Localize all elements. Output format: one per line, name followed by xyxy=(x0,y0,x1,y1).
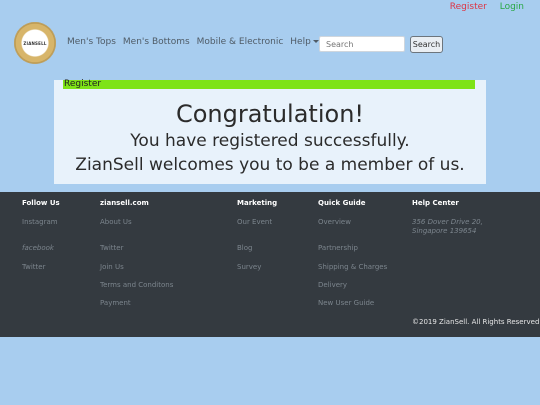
footer-link-overview[interactable]: Overview xyxy=(318,218,351,226)
welcome-message: ZianSell welcomes you to be a member of … xyxy=(75,155,465,175)
footer-link-blog[interactable]: Blog xyxy=(237,244,252,252)
footer: Follow Us Instagram facebook Twitter zia… xyxy=(0,192,540,337)
ziansell-logo[interactable]: ZIANSELL xyxy=(14,22,56,64)
footer-link-new-user-guide[interactable]: New User Guide xyxy=(318,299,374,307)
nav-help-dropdown[interactable]: Help xyxy=(290,37,319,47)
footer-link-delivery[interactable]: Delivery xyxy=(318,281,347,289)
footer-link-site-twitter[interactable]: Twitter xyxy=(100,244,123,252)
footer-heading-help: Help Center xyxy=(412,199,459,207)
footer-link-partnership[interactable]: Partnership xyxy=(318,244,358,252)
footer-link-event[interactable]: Our Event xyxy=(237,218,272,226)
top-links: Register Login xyxy=(440,2,524,12)
footer-link-instagram[interactable]: Instagram xyxy=(22,218,58,226)
nav-mens-tops[interactable]: Men's Tops xyxy=(67,37,116,47)
footer-link-payment[interactable]: Payment xyxy=(100,299,131,307)
confirmation-card: Register Congratulation! You have regist… xyxy=(54,80,486,184)
footer-link-about[interactable]: About Us xyxy=(100,218,132,226)
card-header: Register xyxy=(63,80,475,89)
copyright: ©2019 ZianSell. All Rights Reserved xyxy=(412,318,540,326)
footer-link-terms[interactable]: Terms and Conditons xyxy=(100,281,173,289)
search-button[interactable]: Search xyxy=(410,36,443,53)
register-link[interactable]: Register xyxy=(450,2,487,12)
address-line-1: 356 Dover Drive 20, xyxy=(412,218,483,226)
nav-help-label: Help xyxy=(290,37,311,47)
congratulation-title: Congratulation! xyxy=(175,100,365,128)
success-message: You have registered successfully. xyxy=(130,131,410,151)
footer-link-join[interactable]: Join Us xyxy=(100,263,124,271)
nav-mens-bottoms[interactable]: Men's Bottoms xyxy=(123,37,190,47)
footer-heading-marketing: Marketing xyxy=(237,199,278,207)
search-input[interactable] xyxy=(319,36,405,52)
nav-mobile-electronic[interactable]: Mobile & Electronic xyxy=(197,37,284,47)
footer-link-shipping[interactable]: Shipping & Charges xyxy=(318,263,387,271)
help-address: 356 Dover Drive 20, Singapore 139654 xyxy=(412,218,483,236)
footer-heading-guide: Quick Guide xyxy=(318,199,366,207)
caret-down-icon xyxy=(312,40,319,43)
address-line-2: Singapore 139654 xyxy=(412,227,477,235)
footer-link-survey[interactable]: Survey xyxy=(237,263,261,271)
logo-text: ZIANSELL xyxy=(23,40,47,46)
login-link[interactable]: Login xyxy=(500,2,524,12)
footer-heading-site: ziansell.com xyxy=(100,199,149,207)
footer-link-facebook[interactable]: facebook xyxy=(22,244,54,252)
footer-heading-follow: Follow Us xyxy=(22,199,60,207)
footer-link-twitter[interactable]: Twitter xyxy=(22,263,45,271)
main-nav: Men's Tops Men's Bottoms Mobile & Electr… xyxy=(67,37,319,47)
